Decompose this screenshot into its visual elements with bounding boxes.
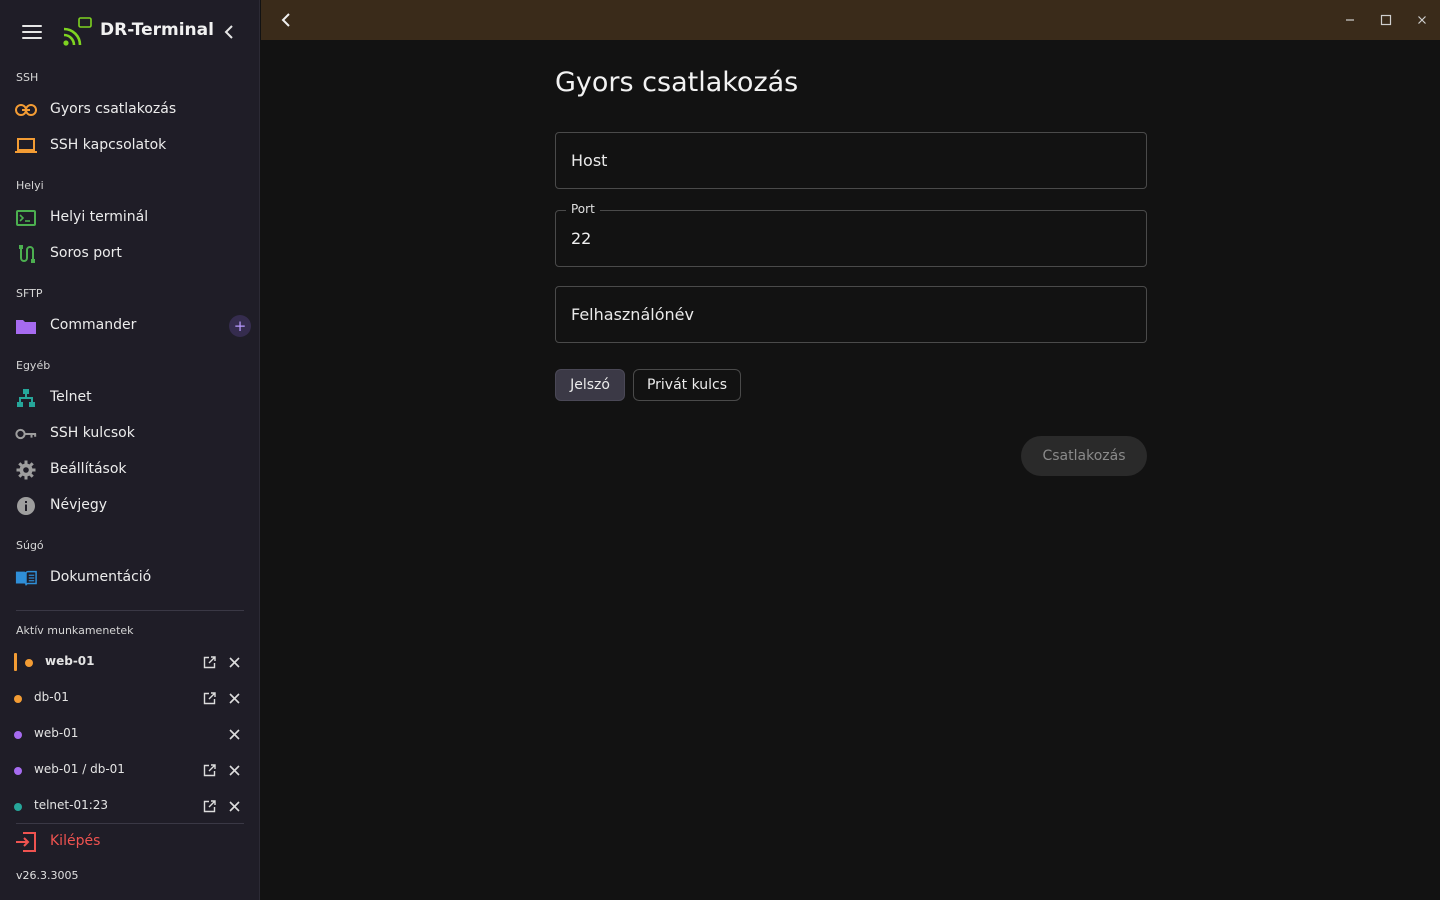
status-dot	[25, 659, 33, 667]
session-item[interactable]: web-01	[0, 719, 260, 751]
section-local: Helyi	[16, 179, 44, 192]
gear-icon	[15, 460, 37, 480]
sidebar-item-ssh-connections[interactable]: SSH kapcsolatok	[0, 129, 260, 163]
sidebar-item-ssh-keys[interactable]: SSH kulcsok	[0, 417, 260, 451]
open-external-icon[interactable]	[203, 692, 216, 705]
app-logo	[63, 17, 92, 46]
close-icon[interactable]	[228, 764, 241, 777]
app-title: DR-Terminal	[100, 20, 214, 40]
menu-icon[interactable]	[22, 25, 42, 39]
section-other: Egyéb	[16, 359, 51, 372]
laptop-icon	[15, 136, 37, 156]
logout-icon	[16, 832, 36, 852]
network-icon	[15, 388, 37, 408]
username-field	[555, 286, 1147, 343]
sidebar: DR-Terminal SSH Gyors csatlakozás SSH ka…	[0, 0, 260, 900]
brand-header: DR-Terminal	[0, 0, 260, 64]
section-sessions: Aktív munkamenetek	[16, 624, 134, 637]
session-name: web-01 / db-01	[34, 762, 125, 776]
main-content: Gyors csatlakozás Port Jelszó Privát kul…	[261, 40, 1440, 900]
book-icon	[15, 568, 37, 588]
sidebar-item-label: SSH kapcsolatok	[50, 137, 167, 153]
divider	[16, 823, 244, 824]
sidebar-item-label: Dokumentáció	[50, 569, 152, 585]
active-indicator	[14, 653, 17, 671]
sidebar-item-serial-port[interactable]: Soros port	[0, 237, 260, 271]
session-item[interactable]: web-01 / db-01	[0, 755, 260, 787]
sidebar-item-label: Beállítások	[50, 461, 127, 477]
version-label: v26.3.3005	[16, 869, 79, 882]
session-item[interactable]: db-01	[0, 683, 260, 715]
divider	[16, 610, 244, 611]
add-commander-button[interactable]: +	[229, 315, 251, 337]
open-external-icon[interactable]	[203, 800, 216, 813]
connect-button[interactable]: Csatlakozás	[1021, 436, 1147, 476]
terminal-icon	[15, 208, 37, 228]
sidebar-item-about[interactable]: Névjegy	[0, 489, 260, 523]
title-bar	[261, 0, 1440, 40]
sidebar-item-quick-connect[interactable]: Gyors csatlakozás	[0, 93, 260, 127]
session-name: telnet-01:23	[34, 798, 109, 812]
sidebar-item-telnet[interactable]: Telnet	[0, 381, 260, 415]
section-sftp: SFTP	[16, 287, 43, 300]
port-input[interactable]	[571, 211, 1131, 266]
section-help: Súgó	[16, 539, 44, 552]
close-icon[interactable]	[228, 656, 241, 669]
close-icon[interactable]	[228, 728, 241, 741]
status-dot	[14, 695, 22, 703]
close-icon[interactable]	[228, 692, 241, 705]
open-external-icon[interactable]	[203, 656, 216, 669]
username-input[interactable]	[571, 287, 1131, 342]
folder-icon	[15, 316, 37, 336]
sidebar-item-label: Commander	[50, 317, 137, 333]
sidebar-item-label: Helyi terminál	[50, 209, 149, 225]
cable-icon	[15, 244, 37, 264]
section-ssh: SSH	[16, 71, 39, 84]
password-auth-button[interactable]: Jelszó	[555, 369, 625, 401]
session-name: db-01	[34, 690, 69, 704]
back-arrow-icon[interactable]	[277, 11, 295, 29]
sidebar-item-label: Soros port	[50, 245, 122, 261]
port-field: Port	[555, 202, 1147, 267]
key-icon	[15, 424, 37, 444]
info-icon	[15, 496, 37, 516]
page-title: Gyors csatlakozás	[555, 67, 799, 98]
sidebar-item-label: Telnet	[50, 389, 92, 405]
session-name: web-01	[34, 726, 79, 740]
maximize-icon[interactable]	[1378, 12, 1394, 28]
sidebar-item-settings[interactable]: Beállítások	[0, 453, 260, 487]
sidebar-item-label: SSH kulcsok	[50, 425, 135, 441]
session-name: web-01	[45, 654, 95, 668]
private-key-auth-button[interactable]: Privát kulcs	[633, 369, 741, 401]
close-icon[interactable]	[228, 800, 241, 813]
status-dot	[14, 767, 22, 775]
host-input[interactable]	[571, 133, 1131, 188]
logout-label: Kilépés	[50, 833, 101, 849]
status-dot	[14, 803, 22, 811]
logout-button[interactable]: Kilépés	[0, 826, 260, 858]
sidebar-item-commander[interactable]: Commander +	[0, 309, 260, 343]
status-dot	[14, 731, 22, 739]
sidebar-item-label: Gyors csatlakozás	[50, 101, 177, 117]
session-item[interactable]: telnet-01:23	[0, 791, 260, 823]
minimize-icon[interactable]	[1342, 12, 1358, 28]
host-field	[555, 132, 1147, 189]
sidebar-item-label: Névjegy	[50, 497, 108, 513]
open-external-icon[interactable]	[203, 764, 216, 777]
chevron-left-icon[interactable]	[219, 22, 239, 42]
sidebar-item-local-terminal[interactable]: Helyi terminál	[0, 201, 260, 235]
link-icon	[15, 100, 37, 120]
session-item[interactable]: web-01	[0, 647, 260, 679]
window-close-icon[interactable]	[1414, 12, 1430, 28]
sidebar-item-docs[interactable]: Dokumentáció	[0, 561, 260, 595]
